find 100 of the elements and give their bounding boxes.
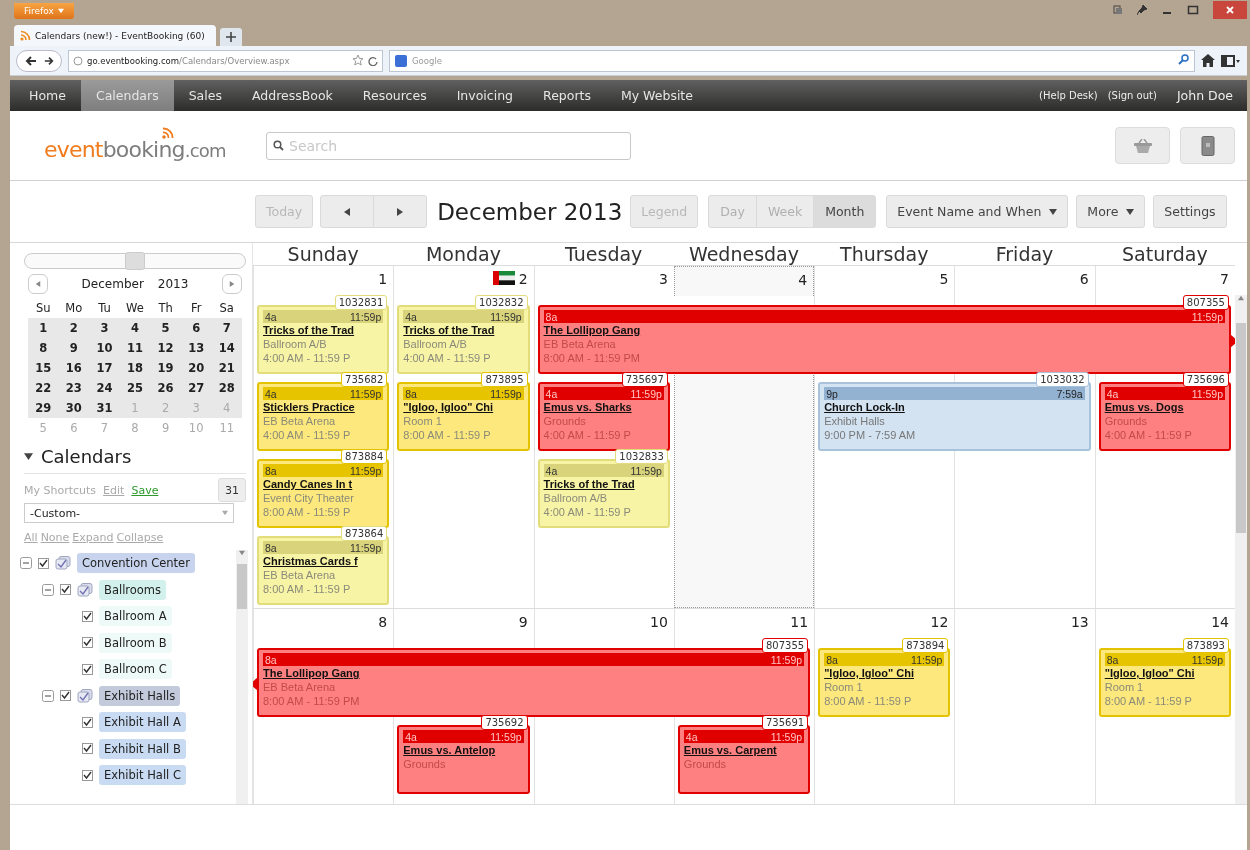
nav-tab[interactable]: Invoicing [441,80,528,111]
user-name[interactable]: John Doe [1176,88,1233,103]
mini-day[interactable]: 17 [89,361,120,375]
day-header[interactable]: 13 [954,609,1095,639]
day-header[interactable]: 3 [533,266,674,296]
mini-day[interactable]: 16 [58,361,90,375]
forward-icon[interactable] [43,55,54,66]
calendar-label[interactable]: Exhibit Hall C [99,765,186,786]
nav-tab[interactable]: My Website [605,80,708,111]
mini-day[interactable]: 11 [119,341,151,355]
day-header[interactable]: 8 [253,609,394,639]
mini-day[interactable]: 9 [58,341,90,355]
day-header[interactable]: 10 [533,609,674,639]
calendar-label[interactable]: Exhibit Hall A [99,712,186,733]
mini-day[interactable]: 25 [119,381,151,395]
mini-day[interactable]: 20 [180,361,212,375]
mini-day[interactable]: 7 [211,321,242,335]
event-title-link[interactable]: Tricks of the Trad [403,323,524,337]
event-title-link[interactable]: Sticklers Practice [263,400,384,414]
calendar-label[interactable]: Exhibit Hall B [99,738,186,759]
event-title-link[interactable]: The Lollipop Gang [543,323,1225,337]
event-title-link[interactable]: "Igloo, Igloo" Chi [1104,666,1225,680]
event-title-link[interactable]: "Igloo, Igloo" Chi [403,400,524,414]
nav-tab[interactable]: AddressBook [236,80,348,111]
checkbox[interactable] [82,637,93,649]
checkbox[interactable] [82,716,93,728]
nav-link[interactable]: (Help Desk) [1039,90,1098,101]
event-title-link[interactable]: Emus vs. Dogs [1104,400,1225,414]
back-icon[interactable] [24,54,37,67]
range-slider[interactable] [24,253,246,269]
mini-day[interactable]: 29 [28,401,59,415]
collapse-icon[interactable] [24,452,33,461]
next-month-button[interactable] [222,274,242,294]
mini-day[interactable]: 8 [28,341,59,355]
event-card[interactable]: 9p 7:59a Church Lock-In Exhibit Halls 9:00 PM - 7:59 AM [818,382,1091,451]
event-card[interactable]: 4a 11:59p Emus vs. Sharks Grounds 4:00 AM - 11:59 P [537,382,670,451]
event-card[interactable]: 4a 11:59p Tricks of the Trad Ballroom A/B 4:00 AM - 11:59 P [397,305,530,374]
event-card[interactable]: 4a 11:59p Tricks of the Trad Ballroom A/B 4:00 AM - 11:59 P [537,459,670,528]
mini-day[interactable]: 14 [211,341,242,355]
today-header[interactable]: 4 [673,266,815,296]
mini-day[interactable]: 2 [58,321,90,335]
mini-day[interactable]: 1 [28,321,59,335]
event-title-link[interactable]: Emus vs. Antelop [403,743,524,757]
checkbox[interactable] [82,769,93,781]
settings-button[interactable]: Settings [1153,195,1227,228]
scrollbar-thumb[interactable] [1236,323,1246,533]
browser-tab[interactable]: Calendars (new!) - EventBooking (60) [14,25,216,46]
mini-day[interactable]: 30 [58,401,90,415]
day-header[interactable]: 9 [393,609,534,639]
checkbox[interactable] [38,557,49,569]
event-card[interactable]: 4a 11:59p Emus vs. Antelop Grounds [397,725,530,794]
event-title-link[interactable]: Candy Canes In t [263,477,384,491]
back-forward-buttons[interactable] [16,49,62,72]
mini-day[interactable]: 13 [180,341,212,355]
calendar-label[interactable]: Ballroom A [99,606,172,627]
event-title-link[interactable]: Emus vs. Carpent [683,743,805,757]
scrollbar[interactable] [236,550,248,804]
nav-tab[interactable]: Resources [347,80,442,111]
reload-icon[interactable] [368,55,378,66]
address-book-button[interactable] [1180,127,1235,164]
checkbox[interactable] [82,743,93,755]
mini-day[interactable]: 27 [180,381,212,395]
new-tab-button[interactable] [220,28,242,46]
scrollbar[interactable] [1235,295,1247,804]
mini-day[interactable]: 19 [150,361,181,375]
nav-tab[interactable]: Home [14,80,81,111]
address-field[interactable]: go.eventbooking.com/Calendars/Overview.aspx [68,49,383,72]
mini-day[interactable]: 6 [180,321,212,335]
event-card[interactable]: 8a 11:59p Candy Canes In t Event City Theater 8:00 AM - 11:59 P [257,459,390,528]
event-card[interactable]: 4a 11:59p Tricks of the Trad Ballroom A/B 4:00 AM - 11:59 P [257,305,390,374]
day-header[interactable]: 5 [814,266,955,296]
calendar-label[interactable]: Ballrooms [99,579,167,600]
star-icon[interactable] [352,53,364,66]
maximize-icon[interactable] [1187,5,1199,15]
checkbox[interactable] [82,610,93,622]
mini-day[interactable]: 18 [119,361,151,375]
event-title-link[interactable]: Church Lock-In [824,400,1085,414]
save-link[interactable]: Save [131,483,159,497]
nav-tab[interactable]: Sales [173,80,237,111]
previous-month-button[interactable] [28,274,48,294]
nav-tab[interactable]: Reports [528,80,606,111]
mini-day[interactable]: 22 [28,381,59,395]
search-icon[interactable] [1178,54,1189,65]
event-title-link[interactable]: Christmas Cards f [263,554,384,568]
calendar-label[interactable]: Exhibit Halls [99,685,181,706]
pin-icon[interactable] [1137,5,1147,15]
date-button[interactable]: 31 [218,478,246,502]
logo[interactable]: eventbooking.com [44,129,266,162]
event-card[interactable]: 8a 11:59p "Igloo, Igloo" Chi Room 1 8:00 AM - 11:59 P [397,382,530,451]
checkbox[interactable] [60,690,71,702]
mini-day[interactable]: 26 [150,381,181,395]
day-header[interactable]: 6 [954,266,1095,296]
mini-day[interactable]: 3 [89,321,120,335]
view-tab[interactable]: Month [813,195,877,228]
event-title-link[interactable]: "Igloo, Igloo" Chi [824,666,945,680]
bookmarks-icon[interactable] [1113,5,1123,15]
more-dropdown[interactable]: More [1076,195,1146,228]
event-card[interactable]: 8a 11:59p Christmas Cards f EB Beta Arena 8:00 AM - 11:59 P [257,536,390,605]
event-title-link[interactable]: The Lollipop Gang [263,666,805,680]
event-card[interactable]: 4a 11:59p Emus vs. Carpent Grounds [677,725,811,794]
